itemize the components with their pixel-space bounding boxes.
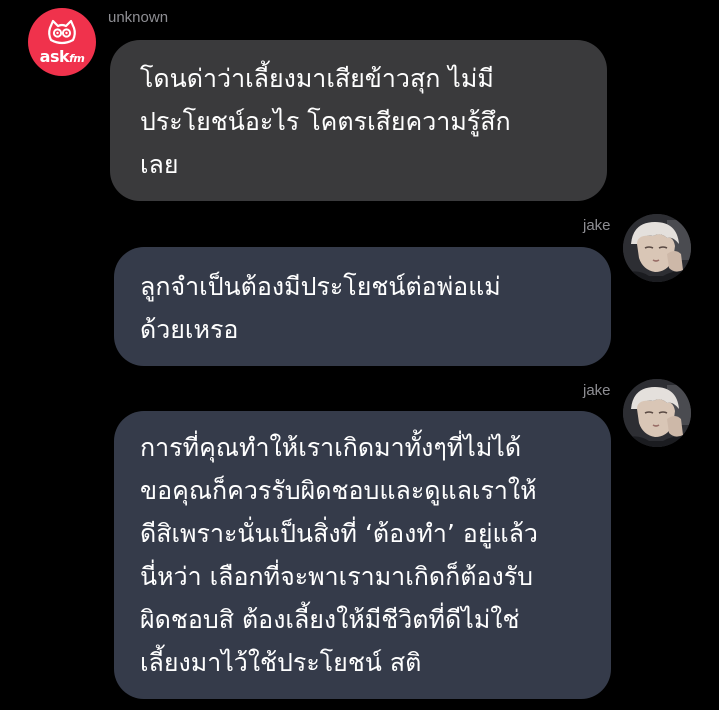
- message-line: ผิดชอบสิ ต้องเลี้ยงให้มีชีวิตที่ดีไม่ใช่: [140, 605, 520, 634]
- message-line: นี่หว่า เลือกที่จะพาเรามาเกิดก็ต้องรับ: [140, 562, 534, 591]
- sender-name: jake: [583, 382, 611, 399]
- message-bubble-reply: การที่คุณทำให้เราเกิดมาทั้งๆที่ไม่ได้ขอค…: [114, 411, 611, 699]
- message-line: โดนด่าว่าเลี้ยงมาเสียข้าวสุก ไม่มี: [140, 64, 494, 93]
- askfm-wordmark: askfm: [39, 47, 85, 66]
- message-line: การที่คุณทำให้เราเกิดมาทั้งๆที่ไม่ได้: [140, 433, 522, 462]
- message-line: เลย: [140, 150, 179, 179]
- message-line: ด้วยเหรอ: [140, 315, 239, 344]
- message-bubble-reply: ลูกจำเป็นต้องมีประโยชน์ต่อพ่อแม่ด้วยเหรอ: [114, 247, 611, 366]
- profile-photo-icon: [623, 214, 691, 282]
- message-line: เลี้ยงมาไว้ใช้ประโยชน์ สติ: [140, 648, 422, 677]
- askfm-logo-icon: askfm: [28, 8, 96, 76]
- message-line: ประโยชน์อะไร โคตรเสียความรู้สึก: [140, 107, 511, 136]
- profile-photo: [623, 379, 691, 447]
- message-bubble-question: โดนด่าว่าเลี้ยงมาเสียข้าวสุก ไม่มีประโยช…: [110, 40, 607, 201]
- sender-name: unknown: [108, 9, 169, 26]
- message-line: ลูกจำเป็นต้องมีประโยชน์ต่อพ่อแม่: [140, 272, 501, 301]
- profile-photo-icon: [623, 379, 691, 447]
- message-line: ดีสิเพราะนั่นเป็นสิ่งที่ ‘ต้องทำ’ อยู่แล…: [140, 519, 538, 548]
- message-line: ขอคุณก็ควรรับผิดชอบและดูแลเราให้: [140, 476, 537, 505]
- sender-name: jake: [583, 217, 611, 234]
- profile-photo: [623, 214, 691, 282]
